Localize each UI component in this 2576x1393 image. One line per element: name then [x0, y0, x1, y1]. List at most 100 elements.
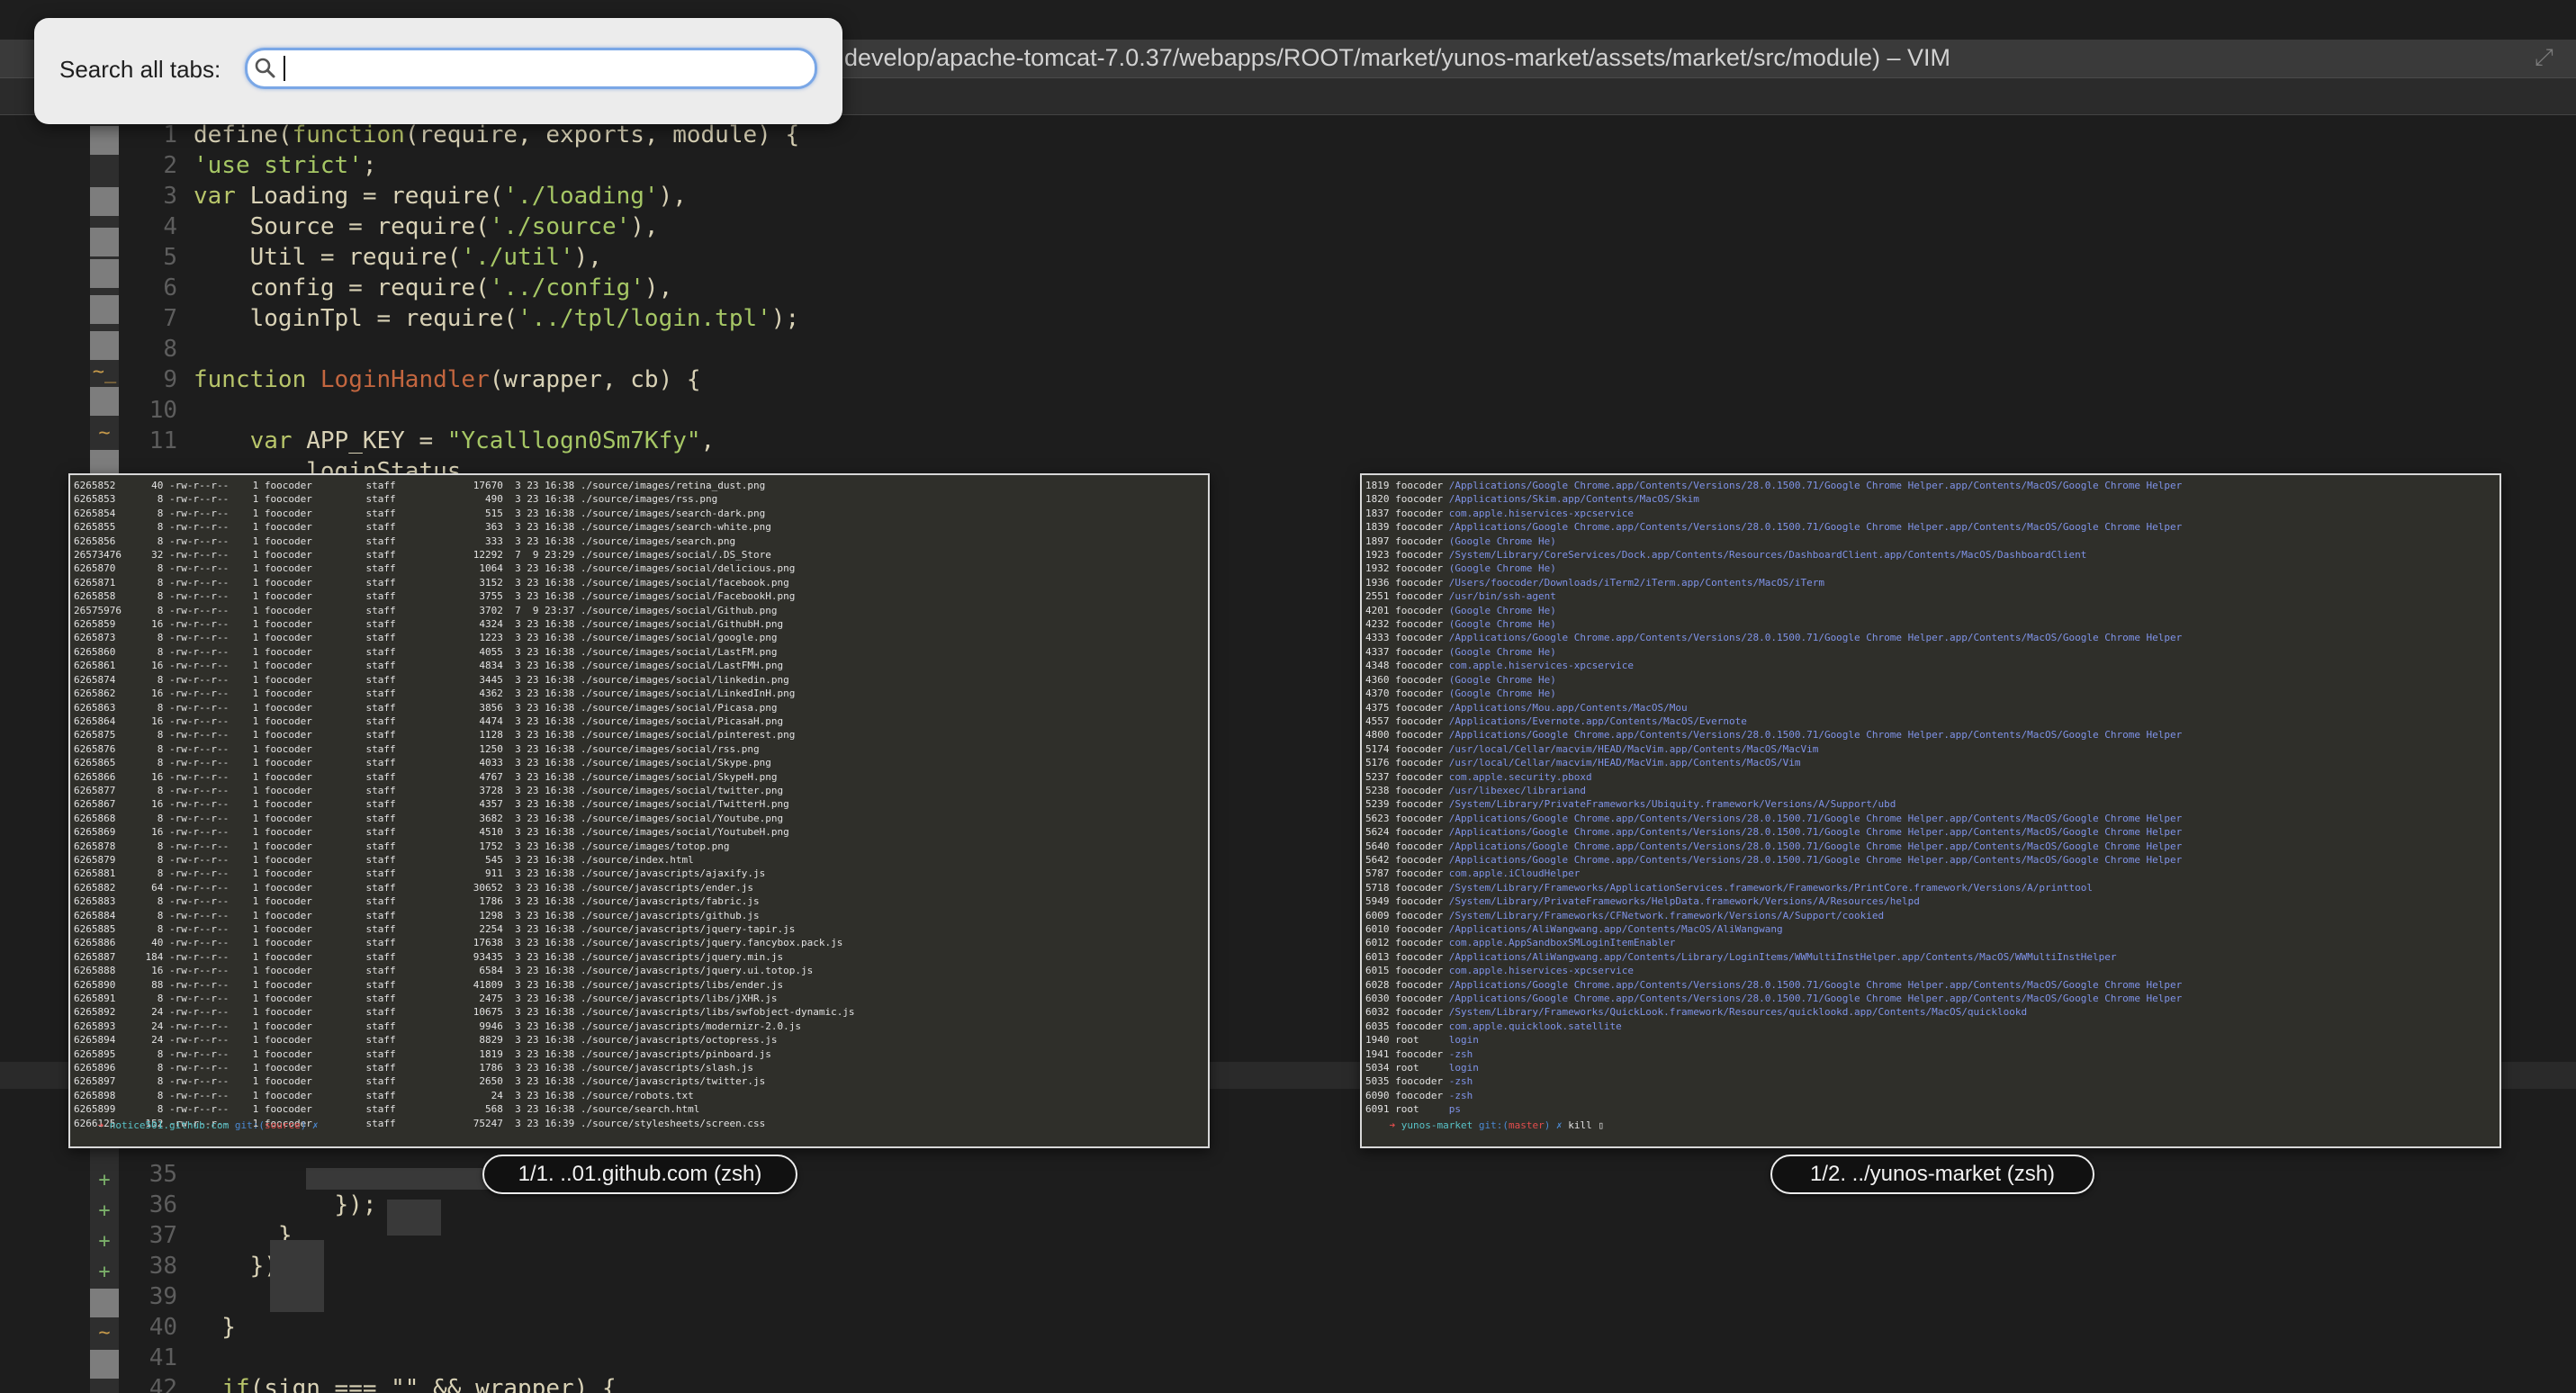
- process-id-user: 6010 foocoder: [1365, 923, 1449, 935]
- terminal-line: 5640 foocoder /Applications/Google Chrom…: [1365, 840, 2182, 853]
- terminal-line: 5035 foocoder -zsh: [1365, 1074, 2182, 1088]
- terminal-line: 5238 foocoder /usr/libexec/librariand: [1365, 784, 2182, 797]
- code-token: var: [194, 183, 236, 210]
- process-id-user: 4557 foocoder: [1365, 714, 1449, 727]
- process-id-user: 5642 foocoder: [1365, 853, 1449, 866]
- process-path: /Applications/Evernote.app/Contents/MacO…: [1448, 714, 1747, 727]
- terminal-line: 1940 root login: [1365, 1033, 2182, 1047]
- terminal-line: 6028 foocoder /Applications/Google Chrom…: [1365, 978, 2182, 992]
- tab-label-yunos-market[interactable]: 1/2. ../yunos-market (zsh): [1770, 1155, 2094, 1194]
- terminal-line: 4348 foocoder com.apple.hiservices-xpcse…: [1365, 659, 2182, 672]
- code-line: 3 var Loading = require('./loading'),: [131, 181, 687, 211]
- terminal-line: 5237 foocoder com.apple.security.pboxd: [1365, 770, 2182, 784]
- terminal-line: 6265895 8 -rw-r--r-- 1 foocoder staff 18…: [74, 1047, 771, 1060]
- terminal-line: 6265881 8 -rw-r--r-- 1 foocoder staff 91…: [74, 867, 766, 880]
- terminal-line: 4800 foocoder /Applications/Google Chrom…: [1365, 728, 2182, 741]
- terminal-line: 6012 foocoder com.apple.AppSandboxSMLogi…: [1365, 936, 2182, 949]
- resize-icon[interactable]: ⤢: [2535, 45, 2560, 70]
- prompt-end: ) ✗: [300, 1119, 319, 1131]
- terminal-line: 6265874 8 -rw-r--r-- 1 foocoder staff 34…: [74, 673, 789, 686]
- terminal-line: 6035 foocoder com.apple.quicklook.satell…: [1365, 1020, 2182, 1033]
- process-id-user: 4337 foocoder: [1365, 645, 1449, 658]
- process-id-user: 6012 foocoder: [1365, 937, 1449, 949]
- process-path: (Google Chrome He): [1448, 604, 1556, 616]
- line-number: 8: [163, 336, 177, 363]
- fold-highlight: [387, 1200, 441, 1236]
- prompt-arrow: ➜: [97, 1119, 110, 1131]
- terminal-line: 6265888 16 -rw-r--r-- 1 foocoder staff 6…: [74, 965, 814, 977]
- process-path: /System/Library/Frameworks/CFNetwork.fra…: [1448, 909, 1885, 921]
- terminal-line: 6013 foocoder /Applications/AliWangwang.…: [1365, 950, 2182, 964]
- git-sign: +: [98, 1200, 111, 1222]
- process-path: /Applications/Google Chrome.app/Contents…: [1448, 480, 2183, 491]
- code-token: var: [249, 427, 293, 454]
- line-number: 37: [149, 1222, 177, 1249]
- process-id-user: 6009 foocoder: [1365, 909, 1449, 921]
- code-line: 40 }: [131, 1312, 236, 1343]
- tab-thumbnail-yunos-market[interactable]: 1819 foocoder /Applications/Google Chrom…: [1360, 473, 2501, 1148]
- search-icon: [255, 58, 275, 78]
- code-line: 4 Source = require('./source'),: [131, 211, 658, 242]
- process-path: -zsh: [1448, 1089, 1473, 1101]
- process-path: (Google Chrome He): [1448, 688, 1556, 700]
- terminal-line: 5239 foocoder /System/Library/PrivateFra…: [1365, 797, 2182, 811]
- tab-label-github[interactable]: 1/1. ..01.github.com (zsh): [482, 1155, 797, 1194]
- process-path: /Applications/Mou.app/Contents/MacOS/Mou: [1448, 701, 1688, 714]
- process-id-user: 1897 foocoder: [1365, 535, 1449, 547]
- process-id-user: 6028 foocoder: [1365, 978, 1449, 991]
- prompt-arrow: ➜: [1389, 1119, 1401, 1131]
- terminal-line: 6265864 16 -rw-r--r-- 1 foocoder staff 4…: [74, 714, 784, 727]
- code-line: 36 });: [131, 1190, 377, 1220]
- code-token: ),: [573, 244, 602, 271]
- terminal-line: 26573476 32 -rw-r--r-- 1 foocoder staff …: [74, 549, 771, 562]
- terminal-line: 6265875 8 -rw-r--r-- 1 foocoder staff 11…: [74, 729, 796, 741]
- search-input[interactable]: [282, 52, 804, 83]
- code-token: ;: [362, 152, 377, 179]
- terminal-line: 1941 foocoder -zsh: [1365, 1047, 2182, 1061]
- process-path: com.apple.security.pboxd: [1448, 770, 1592, 783]
- process-path: /Applications/Google Chrome.app/Contents…: [1448, 840, 2183, 852]
- process-path: /System/Library/Frameworks/QuickLook.fra…: [1448, 1006, 2028, 1019]
- fold-highlight: [270, 1240, 324, 1312]
- process-id-user: 4360 foocoder: [1365, 673, 1449, 686]
- line-number: 7: [163, 305, 177, 332]
- fold-highlight: [306, 1168, 504, 1190]
- process-id-user: 5718 foocoder: [1365, 881, 1449, 894]
- terminal-line: 1897 foocoder (Google Chrome He): [1365, 535, 2182, 548]
- terminal-line: 4333 foocoder /Applications/Google Chrom…: [1365, 631, 2182, 644]
- code-token: }: [194, 1314, 236, 1341]
- search-label: Search all tabs:: [59, 56, 221, 83]
- process-id-user: 5787 foocoder: [1365, 867, 1449, 880]
- code-token: 'use strict': [194, 152, 363, 179]
- git-sign: +: [98, 1230, 111, 1253]
- search-box[interactable]: [245, 48, 817, 89]
- tab-thumbnail-github[interactable]: 6265852 40 -rw-r--r-- 1 foocoder staff 1…: [68, 473, 1210, 1148]
- git-sign: [90, 259, 119, 288]
- process-id-user: 5949 foocoder: [1365, 895, 1449, 908]
- code-token: './source': [489, 213, 631, 240]
- process-id-user: 6013 foocoder: [1365, 950, 1449, 963]
- terminal-line: 6265855 8 -rw-r--r-- 1 foocoder staff 36…: [74, 521, 771, 534]
- process-id-user: 5624 foocoder: [1365, 826, 1449, 839]
- process-id-user: 5034 root: [1365, 1062, 1449, 1074]
- line-number: 35: [149, 1161, 177, 1188]
- process-path: /System/Library/CoreServices/Dock.app/Co…: [1448, 549, 2087, 562]
- terminal-line: 6265892 24 -rw-r--r-- 1 foocoder staff 1…: [74, 1006, 855, 1019]
- terminal-line: 1936 foocoder /Users/foocoder/Downloads/…: [1365, 576, 2182, 589]
- search-tabs-panel: Search all tabs:: [34, 18, 842, 124]
- terminal-line: 5176 foocoder /usr/local/Cellar/macvim/H…: [1365, 756, 2182, 769]
- code-token: ),: [644, 274, 673, 301]
- terminal-line: 4360 foocoder (Google Chrome He): [1365, 673, 2182, 687]
- code-token: );: [770, 305, 800, 332]
- text-caret: [284, 56, 285, 81]
- code-token: config = require(: [194, 274, 490, 301]
- line-number: 9: [163, 366, 177, 393]
- code-token: Util = require(: [194, 244, 462, 271]
- process-path: /System/Library/PrivateFrameworks/HelpDa…: [1448, 895, 1920, 908]
- process-id-user: 1932 foocoder: [1365, 562, 1449, 575]
- terminal-line: 2551 foocoder /usr/bin/ssh-agent: [1365, 589, 2182, 603]
- terminal-line: 6265873 8 -rw-r--r-- 1 foocoder staff 12…: [74, 632, 778, 644]
- process-id-user: 5237 foocoder: [1365, 770, 1449, 783]
- line-number: 2: [163, 152, 177, 179]
